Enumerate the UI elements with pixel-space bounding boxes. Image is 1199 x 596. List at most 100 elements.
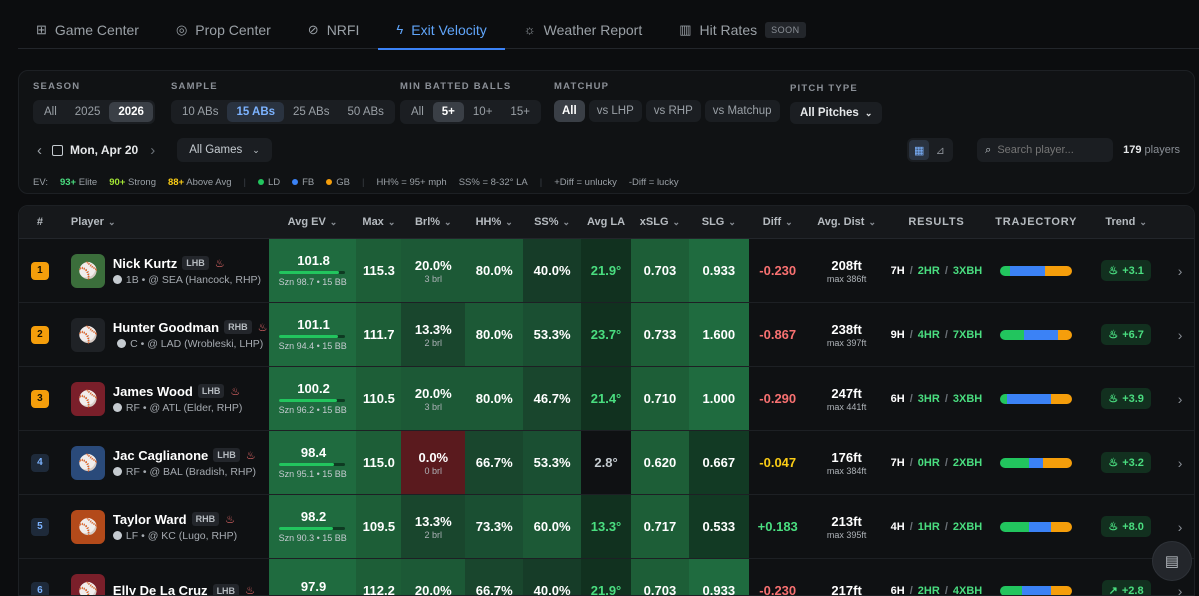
header-avg-ev[interactable]: Avg EV ⌄ [269,206,357,238]
date-label[interactable]: Mon, Apr 20 [70,143,138,157]
matchup-option[interactable]: vs LHP [588,100,642,122]
header-label: SS% [534,216,559,228]
player-name[interactable]: Elly De La Cruz [113,583,208,595]
trend-badge: ↗ +2.8 [1101,580,1151,595]
chevron-right-icon[interactable]: › [1178,263,1183,279]
header-ss-[interactable]: SS% ⌄ [523,206,581,238]
extra-base-hits: 2XBH [952,456,983,469]
player-cell: ⚾ Jac Caglianone LHB ♨ RF • @ BAL (Bradish, … [61,431,269,494]
max-cell: 115.0 [356,431,402,494]
table-row[interactable]: 5 ⚾ Taylor Ward RHB ♨ LF • @ KC (Lugo, RHP) 98… [19,495,1194,559]
ev-bar-fill [278,527,334,530]
min_batted-option[interactable]: 15+ [501,102,539,122]
barrel-value: 13.3% [414,513,452,529]
player-name[interactable]: Nick Kurtz [113,256,177,271]
tab-nrfi[interactable]: ⊘ NRFI [290,10,378,49]
player-name-line: James Wood LHB ♨ [113,384,242,399]
hard-hit-cell: 66.7% [465,431,524,494]
hard-hit-value: 80.0% [475,263,513,278]
chevron-right-icon[interactable]: › [1178,583,1183,596]
table-row[interactable]: 2 ⚾ Hunter Goodman RHB ♨ C • @ LAD (Wrobleski… [19,303,1194,367]
player-name[interactable]: Hunter Goodman [113,320,219,335]
sample-option[interactable]: 15 ABs [227,102,285,122]
matchup-option[interactable]: vs RHP [645,100,701,122]
legend-divider: | [362,177,365,188]
max-distance: max 397ft [826,337,867,348]
table-row[interactable]: 4 ⚾ Jac Caglianone LHB ♨ RF • @ BAL (Bradish,… [19,431,1194,495]
hard-hit-value: 66.7% [475,455,513,470]
header-xslg[interactable]: xSLG ⌄ [631,206,689,238]
chart-view-icon[interactable]: ⊿ [929,140,951,160]
table-view-icon[interactable]: ▦ [909,140,930,160]
header-label: # [36,216,44,228]
header-max[interactable]: Max ⌄ [356,206,401,238]
season-option[interactable]: All [35,102,66,122]
min_batted-option[interactable]: All [402,102,433,122]
results-sep: / [944,264,948,277]
sample-option[interactable]: 10 ABs [173,102,227,122]
header-avg-la[interactable]: Avg LA [581,206,631,238]
tab-weather-report[interactable]: ☼ Weather Report [506,10,661,49]
chevron-right-icon[interactable]: › [1178,327,1183,343]
pitch-type-dropdown[interactable]: All Pitches ⌄ [790,102,883,124]
games-dropdown[interactable]: All Games ⌄ [177,138,272,162]
season-option[interactable]: 2026 [109,102,153,122]
distance-value: 176ft [831,449,862,465]
header-brl-[interactable]: Brl% ⌄ [401,206,465,238]
min_batted-option[interactable]: 10+ [464,102,502,122]
player-name[interactable]: Jac Caglianone [113,448,208,463]
sample-option[interactable]: 50 ABs [338,102,392,122]
search-input[interactable] [997,144,1098,156]
trajectory-segment [1000,329,1025,340]
table-row[interactable]: 1 ⚾ Nick Kurtz LHB ♨ 1B • @ SEA (Hancock, RHP… [19,239,1194,303]
table-row[interactable]: 6 ⚾ Elly De La Cruz LHB ♨ 97.9 112.2 20.0% 66.7%… [19,559,1194,596]
min_batted-option[interactable]: 5+ [432,102,464,122]
matchup-option[interactable]: vs Matchup [704,100,780,122]
player-cell: ⚾ Hunter Goodman RHB ♨ C • @ LAD (Wrobleski,… [61,303,269,366]
pitch-type-value: All Pitches [800,107,859,119]
matchup-option[interactable]: All [554,100,585,122]
trajectory-segment [1050,521,1073,532]
player-name[interactable]: Taylor Ward [113,512,187,527]
search-box[interactable]: ⌕ [977,138,1114,162]
header-trend[interactable]: Trend ⌄ [1086,206,1166,238]
header-player[interactable]: Player ⌄ [61,206,269,238]
avg-ev-cell: 98.2 Szn 90.3 • 15 BB [268,495,357,558]
handedness-badge: RHB [191,512,220,526]
rank-cell: 4 [19,431,61,494]
tab-prop-center[interactable]: ◎ Prop Center [158,10,289,49]
tab-exit-velocity[interactable]: ϟ Exit Velocity [378,10,506,50]
trend-badge: ♨ +8.0 [1101,516,1151,537]
prev-day-icon[interactable]: ‹ [37,142,42,159]
table-row[interactable]: 3 ⚾ James Wood LHB ♨ RF • @ ATL (Elder, RHP) 1… [19,367,1194,431]
chevron-down-icon: ⌄ [387,216,396,227]
trend-badge: ♨ +3.1 [1101,260,1151,281]
sample-option[interactable]: 25 ABs [284,102,338,122]
player-name[interactable]: James Wood [113,384,193,399]
ev-season: Szn 94.4 • 15 BB [278,341,347,351]
header-slg[interactable]: SLG ⌄ [689,206,749,238]
distance-value: 208ft [831,257,862,273]
notes-button[interactable]: ▤ [1152,541,1192,581]
season-filter: SEASON All 2025 2026 [33,81,155,124]
next-day-icon[interactable]: › [150,142,155,159]
trajectory-segment [1007,393,1051,404]
position: LF [125,529,139,542]
chevron-right-icon[interactable]: › [1178,391,1183,407]
avatar: ⚾ [70,253,105,288]
chevron-right-icon[interactable]: › [1178,455,1183,471]
tab-game-center[interactable]: ⊞ Game Center [18,10,157,49]
barrel-count: 3 brl [424,401,443,412]
header-diff[interactable]: Diff ⌄ [749,206,807,238]
diff-value: +0.183 [757,519,798,534]
header-avg-dist[interactable]: Avg. Dist ⌄ [807,206,887,238]
player-info: Taylor Ward RHB ♨ LF • @ KC (Lugo, RHP) [112,512,237,542]
header-hh-[interactable]: HH% ⌄ [465,206,523,238]
tab-hit-rates[interactable]: ▥ Hit Rates SOON [661,10,823,49]
trend-badge: ♨ +3.2 [1101,452,1151,473]
hard-hit-value: 66.7% [475,583,513,596]
season-option[interactable]: 2025 [66,102,110,122]
trajectory-segment [1000,521,1030,532]
flame-icon: ♨ [1108,521,1119,533]
chevron-right-icon[interactable]: › [1178,519,1183,535]
